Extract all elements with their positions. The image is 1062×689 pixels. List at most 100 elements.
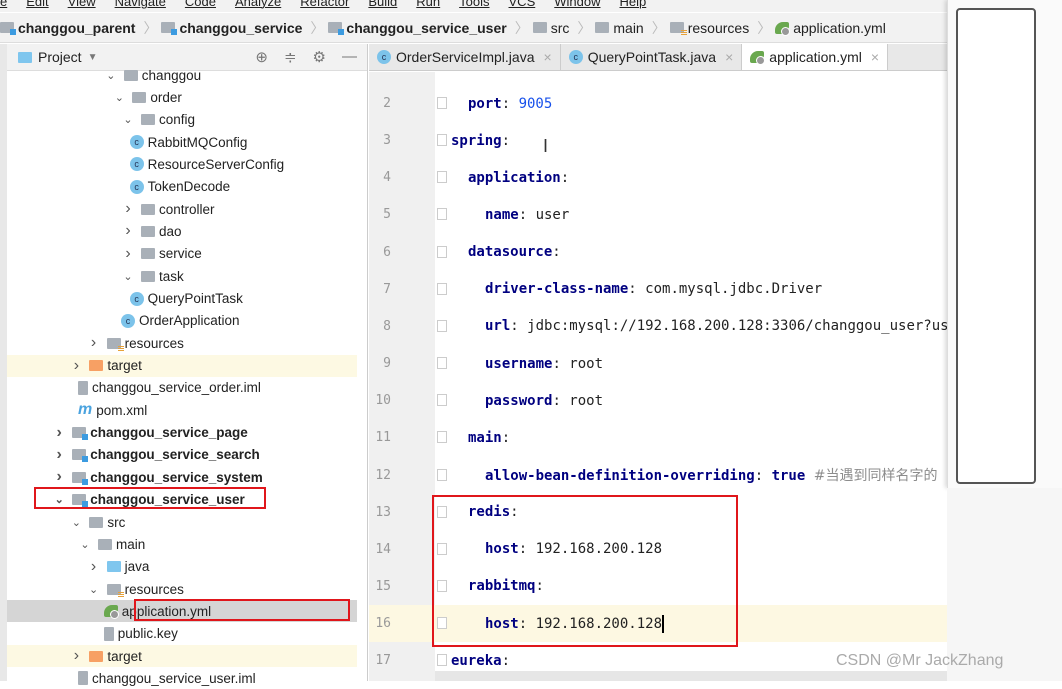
tree-item[interactable]: ⌄ changgou bbox=[7, 64, 357, 86]
tree-item[interactable]: c RabbitMQConfig bbox=[7, 131, 357, 153]
tree-item[interactable]: ⌄ order bbox=[7, 86, 357, 108]
project-panel-title[interactable]: Project bbox=[38, 49, 82, 65]
tree-item-label: changgou_service_system bbox=[90, 469, 263, 485]
chevron-right-icon[interactable]: › bbox=[52, 424, 66, 442]
yaml-key: password bbox=[485, 392, 553, 409]
fold-marker-icon[interactable] bbox=[437, 468, 447, 481]
tree-item[interactable]: › resources bbox=[7, 332, 357, 354]
menu-item-help[interactable]: Help bbox=[620, 0, 647, 12]
fold-marker-icon[interactable] bbox=[437, 171, 447, 184]
menu-item-refactor[interactable]: Refactor bbox=[300, 0, 349, 12]
tree-item[interactable]: changgou_service_order.iml bbox=[7, 377, 357, 399]
horizontal-scrollbar[interactable] bbox=[435, 671, 948, 681]
menu-item-window[interactable]: Window bbox=[554, 0, 600, 12]
menu-item-analyze[interactable]: Analyze bbox=[235, 0, 281, 12]
code-line[interactable]: 3 spring: bbox=[369, 122, 948, 159]
fold-marker-icon[interactable] bbox=[437, 394, 447, 407]
fold-marker-icon[interactable] bbox=[437, 654, 447, 667]
tree-item[interactable]: › changgou_service_page bbox=[7, 422, 357, 444]
close-icon[interactable]: × bbox=[725, 49, 733, 65]
chevron-right-icon[interactable]: › bbox=[121, 245, 135, 263]
dropdown-icon[interactable]: ▼ bbox=[88, 52, 98, 63]
fold-marker-icon[interactable] bbox=[437, 245, 447, 258]
tab-application-yml[interactable]: application.yml × bbox=[742, 44, 889, 70]
menu-item-run[interactable]: Run bbox=[416, 0, 440, 12]
tree-item[interactable]: ⌄ main bbox=[7, 533, 357, 555]
code-line[interactable]: 7 driver-class-name: com.mysql.jdbc.Drive… bbox=[369, 271, 948, 308]
tree-item[interactable]: › service bbox=[7, 243, 357, 265]
tree-item[interactable]: › controller bbox=[7, 198, 357, 220]
fold-marker-icon[interactable] bbox=[437, 134, 447, 147]
fold-marker-icon[interactable] bbox=[437, 319, 447, 332]
chevron-right-icon[interactable]: › bbox=[121, 200, 135, 218]
code-line[interactable]: 5 name: user bbox=[369, 196, 948, 233]
tree-item[interactable]: ⌄ task bbox=[7, 265, 357, 287]
menu-item-code[interactable]: Code bbox=[185, 0, 216, 12]
fold-marker-icon[interactable] bbox=[437, 97, 447, 109]
menu-item-build[interactable]: Build bbox=[368, 0, 397, 12]
code-line[interactable]: 11 main: bbox=[369, 419, 948, 456]
fold-marker-icon[interactable] bbox=[437, 357, 447, 370]
breadcrumb-item[interactable]: changgou_parent bbox=[0, 20, 135, 36]
code-text: password: root bbox=[485, 393, 603, 409]
menu-item-tools[interactable]: Tools bbox=[459, 0, 489, 12]
chevron-down-icon[interactable]: ⌄ bbox=[104, 69, 118, 82]
fold-marker-icon[interactable] bbox=[437, 208, 447, 221]
code-line[interactable]: 10 password: root bbox=[369, 382, 948, 419]
tree-item[interactable]: › dao bbox=[7, 220, 357, 242]
tree-item[interactable]: c QueryPointTask bbox=[7, 288, 357, 310]
colon: : bbox=[501, 132, 519, 149]
chevron-down-icon[interactable]: ⌄ bbox=[78, 538, 92, 551]
menu-item-view[interactable]: View bbox=[68, 0, 96, 12]
tree-item[interactable]: m pom.xml bbox=[7, 399, 357, 421]
tree-item[interactable]: c TokenDecode bbox=[7, 176, 357, 198]
tree-item[interactable]: › target bbox=[7, 354, 357, 377]
code-line[interactable]: 2 port: 9005 bbox=[369, 85, 948, 122]
tree-item[interactable]: › java bbox=[7, 556, 357, 578]
chevron-down-icon[interactable]: ⌄ bbox=[112, 91, 126, 104]
tree-item[interactable]: public.key bbox=[7, 623, 357, 645]
close-icon[interactable]: × bbox=[871, 49, 879, 65]
tree-item[interactable]: c ResourceServerConfig bbox=[7, 153, 357, 175]
chevron-right-icon[interactable]: › bbox=[87, 558, 101, 576]
breadcrumb-item[interactable]: src bbox=[532, 20, 569, 36]
code-text: eureka: bbox=[451, 653, 518, 669]
breadcrumb-item[interactable]: changgou_service bbox=[161, 20, 302, 36]
code-line[interactable]: 9 username: root bbox=[369, 345, 948, 382]
tab-querypointtask-java[interactable]: c QueryPointTask.java × bbox=[561, 44, 743, 70]
code-line[interactable]: 8 url: jdbc:mysql://192.168.200.128:3306/… bbox=[369, 308, 948, 345]
tree-item[interactable]: ⌄ config bbox=[7, 109, 357, 131]
menu-item-navigate[interactable]: Navigate bbox=[115, 0, 166, 12]
breadcrumb-item[interactable]: application.yml bbox=[775, 20, 886, 36]
code-line[interactable]: 12 allow-bean-definition-overriding: true… bbox=[369, 457, 948, 494]
chevron-down-icon[interactable]: ⌄ bbox=[121, 270, 135, 283]
chevron-right-icon[interactable]: › bbox=[121, 222, 135, 240]
code-line[interactable]: 6 datasource: bbox=[369, 234, 948, 271]
tree-item[interactable]: c OrderApplication bbox=[7, 310, 357, 332]
tree-item[interactable]: ⌄ resources bbox=[7, 578, 357, 600]
tab-orderserviceimpl-java[interactable]: c OrderServiceImpl.java × bbox=[369, 44, 561, 70]
close-icon[interactable]: × bbox=[544, 49, 552, 65]
fold-marker-icon[interactable] bbox=[437, 431, 447, 444]
menu-item-edit[interactable]: Edit bbox=[26, 0, 48, 12]
tree-item[interactable]: › changgou_service_search bbox=[7, 444, 357, 466]
chevron-down-icon[interactable]: ⌄ bbox=[121, 113, 135, 126]
tree-item[interactable]: › changgou_service_system bbox=[7, 466, 357, 488]
breadcrumb-item[interactable]: changgou_service_user bbox=[328, 20, 507, 36]
fold-marker-icon[interactable] bbox=[437, 282, 447, 295]
chevron-down-icon[interactable]: ⌄ bbox=[87, 583, 101, 596]
chevron-down-icon[interactable]: ⌄ bbox=[69, 516, 83, 529]
tree-item[interactable]: ⌄ src bbox=[7, 511, 357, 533]
menu-item-e[interactable]: e bbox=[0, 0, 7, 12]
chevron-right-icon[interactable]: › bbox=[52, 468, 66, 486]
chevron-right-icon[interactable]: › bbox=[69, 647, 83, 665]
tree-item[interactable]: changgou_service_user.iml bbox=[7, 667, 357, 689]
chevron-right-icon[interactable]: › bbox=[69, 357, 83, 375]
chevron-right-icon[interactable]: › bbox=[87, 334, 101, 352]
chevron-right-icon[interactable]: › bbox=[52, 446, 66, 464]
tree-item[interactable]: › target bbox=[7, 645, 357, 668]
breadcrumb-item[interactable]: resources bbox=[669, 20, 749, 36]
menu-item-vcs[interactable]: VCS bbox=[509, 0, 536, 12]
code-line[interactable]: 4 application: bbox=[369, 159, 948, 196]
breadcrumb-item[interactable]: main bbox=[595, 20, 644, 36]
